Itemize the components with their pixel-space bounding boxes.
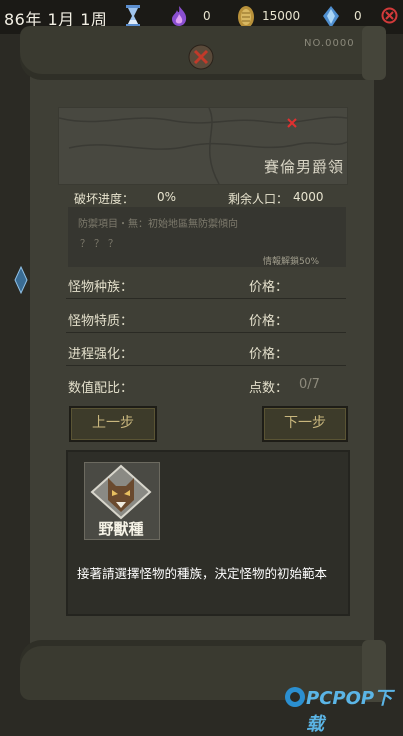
map-marker-icon	[286, 114, 298, 128]
population-value: 4000	[293, 190, 324, 204]
trait-price-label: 价格：	[249, 314, 289, 329]
next-step-button[interactable]: 下一步	[262, 406, 348, 442]
row-divider	[66, 298, 346, 299]
side-gem-icon[interactable]	[14, 265, 28, 295]
coin-count: 15000	[262, 9, 301, 23]
hourglass-icon[interactable]	[126, 5, 140, 27]
destruction-value: 0%	[157, 190, 177, 204]
progress-boost-label: 进程强化：	[68, 347, 134, 362]
row-divider	[66, 365, 346, 366]
watermark-text: PCPOP下载	[306, 688, 393, 735]
trait-label: 怪物特质：	[68, 314, 134, 329]
points-label: 点数：	[249, 381, 289, 396]
scroll-rod-top	[362, 26, 386, 80]
progress-boost-price-label: 价格：	[249, 347, 289, 362]
previous-step-button[interactable]: 上一步	[69, 406, 157, 442]
hidden-info-text: ？？？	[80, 239, 122, 250]
race-price-label: 价格：	[249, 280, 289, 295]
crystal-count: 0	[354, 9, 362, 23]
document-number: NO.0000	[304, 38, 355, 49]
region-name: 賽倫男爵領	[264, 158, 345, 176]
fire-count: 0	[203, 9, 211, 23]
intel-unlock-text: 情報解鎖50%	[263, 257, 320, 267]
stat-allocation-label: 数值配比：	[68, 381, 134, 396]
points-value: 0/7	[299, 377, 320, 392]
wolf-icon	[88, 464, 154, 520]
population-label: 剩余人口：	[228, 192, 289, 206]
instruction-text: 接著請選擇怪物的種族，決定怪物的初始範本	[76, 566, 327, 581]
fire-icon	[170, 5, 188, 27]
race-label: 怪物种族：	[68, 280, 134, 295]
watermark-logo-icon	[283, 685, 307, 709]
destruction-label: 破坏进度：	[74, 192, 135, 206]
defense-info-text: 防禦項目・無：初始地區無防禦傾向	[78, 219, 238, 230]
race-card-label: 野獸種	[98, 520, 144, 538]
row-divider	[66, 332, 346, 333]
seal-icon	[188, 44, 214, 70]
close-icon[interactable]	[381, 7, 398, 24]
